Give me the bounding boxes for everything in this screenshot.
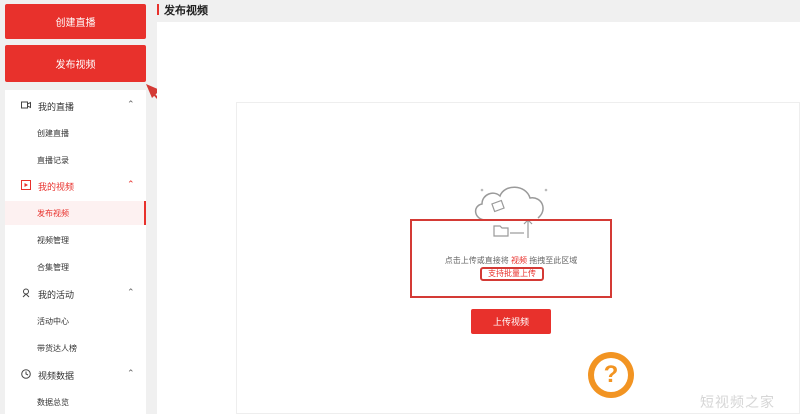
menu-group-my-activities[interactable]: 我的活动 ⌃: [5, 282, 146, 306]
sidebar-item-live-records[interactable]: 直播记录: [5, 148, 146, 172]
sidebar-item-label: 带货达人榜: [37, 344, 77, 353]
sidebar-menu: 我的直播 ⌃ 创建直播 直播记录 我的视频 ⌃ 发布视频 视频管理 合集管理 我…: [5, 90, 146, 414]
play-square-icon: [21, 180, 31, 190]
sidebar-item-label: 数据总览: [37, 398, 69, 407]
chevron-up-icon: ⌃: [127, 287, 135, 297]
page-title: 发布视频: [164, 5, 208, 17]
create-live-button[interactable]: 创建直播: [5, 4, 146, 39]
menu-group-label: 我的活动: [38, 290, 75, 300]
clock-icon: [21, 369, 31, 379]
sidebar-item-label: 创建直播: [37, 129, 69, 138]
sidebar-item-publish-video[interactable]: 发布视频: [5, 201, 146, 225]
sidebar-item-create-live[interactable]: 创建直播: [5, 121, 146, 145]
chevron-up-icon: ⌃: [127, 368, 135, 378]
upload-video-button[interactable]: 上传视频: [471, 309, 551, 334]
question-mark-icon: ?: [594, 358, 628, 392]
upload-hint-video-link[interactable]: 视频: [511, 256, 527, 265]
menu-group-label: 视频数据: [38, 371, 75, 381]
sidebar-item-label: 发布视频: [37, 209, 69, 218]
video-camera-icon: [21, 101, 31, 109]
sidebar-item-data-overview[interactable]: 数据总览: [5, 390, 146, 414]
sidebar-item-collection-management[interactable]: 合集管理: [5, 255, 146, 279]
upload-hint-suffix: 拖拽至此区域: [529, 256, 578, 265]
sidebar: 创建直播 发布视频 我的直播 ⌃ 创建直播 直播记录 我的视频 ⌃ 发布视频 视…: [0, 0, 150, 414]
sidebar-item-sales-ranking[interactable]: 带货达人榜: [5, 336, 146, 360]
menu-group-video-data[interactable]: 视频数据 ⌃: [5, 363, 146, 387]
sidebar-item-label: 活动中心: [37, 317, 69, 326]
menu-group-label: 我的视频: [38, 182, 75, 192]
batch-upload-label: 支持批量上传: [480, 267, 544, 281]
sidebar-item-activity-center[interactable]: 活动中心: [5, 309, 146, 333]
title-accent-bar: [157, 4, 159, 15]
activity-icon: [22, 288, 30, 298]
menu-group-label: 我的直播: [38, 102, 75, 112]
menu-group-my-live[interactable]: 我的直播 ⌃: [5, 94, 146, 118]
upload-hint: 点击上传或直接将 视频 拖拽至此区域: [410, 255, 612, 266]
watermark-text: 短视频之家: [700, 394, 775, 410]
watermark-logo: ?: [588, 352, 634, 398]
menu-group-my-videos[interactable]: 我的视频 ⌃: [5, 174, 146, 198]
chevron-up-icon: ⌃: [127, 179, 135, 189]
upload-hint-prefix: 点击上传或直接将: [444, 256, 509, 265]
publish-video-button[interactable]: 发布视频: [5, 45, 146, 82]
sidebar-item-video-management[interactable]: 视频管理: [5, 228, 146, 252]
sidebar-item-label: 直播记录: [37, 156, 69, 165]
chevron-up-icon: ⌃: [127, 99, 135, 109]
page-header: 发布视频: [157, 0, 800, 20]
sidebar-item-label: 视频管理: [37, 236, 69, 245]
sidebar-item-label: 合集管理: [37, 263, 69, 272]
